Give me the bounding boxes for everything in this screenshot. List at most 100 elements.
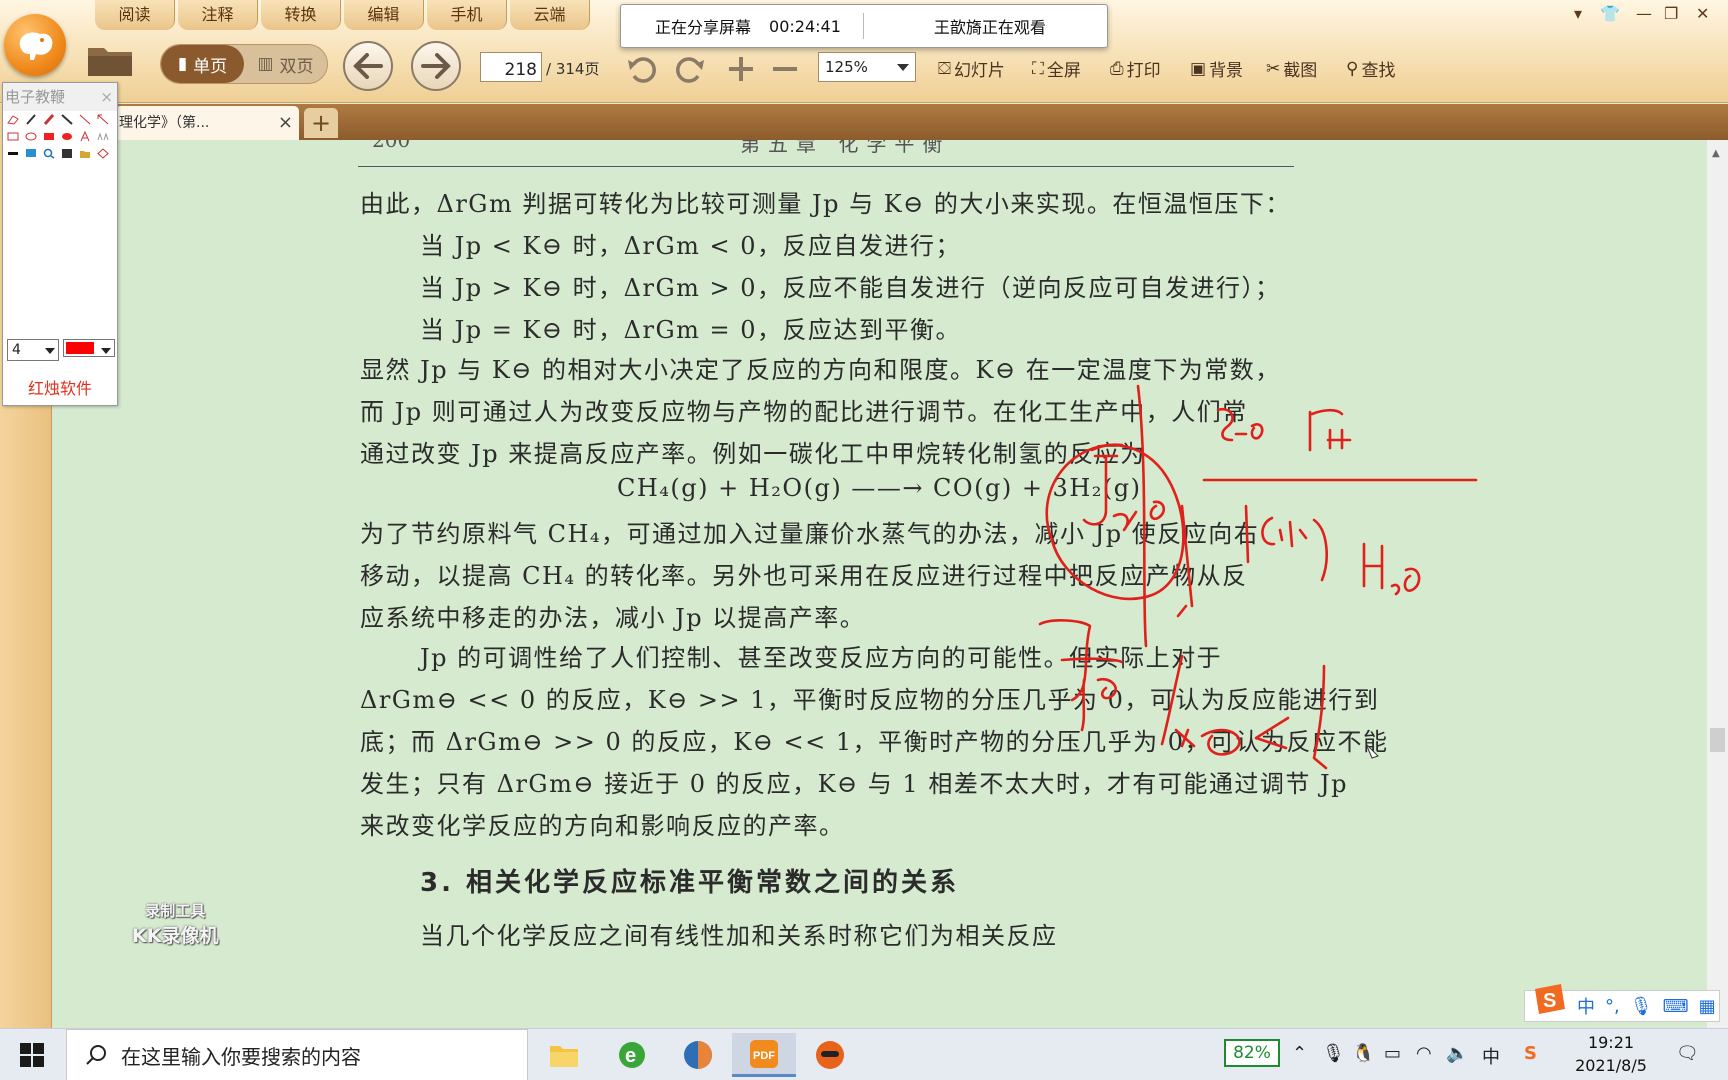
document-tab[interactable]: 理化学》（第... × xyxy=(115,106,299,140)
ink-stroke xyxy=(1160,654,1184,746)
browser-app[interactable]: e xyxy=(600,1033,664,1077)
tab-convert[interactable]: 转换 xyxy=(261,0,341,30)
pen-color-select[interactable] xyxy=(63,339,115,357)
zoom-out-icon[interactable] xyxy=(770,54,800,84)
slideshow-button[interactable]: ⛋ 幻灯片 xyxy=(938,56,1005,82)
magnifier-icon[interactable] xyxy=(43,148,55,159)
thin-line-icon[interactable] xyxy=(79,114,91,125)
zoom-in-icon[interactable] xyxy=(726,54,756,84)
close-panel-icon[interactable]: × xyxy=(100,83,113,111)
ime-grid-icon[interactable]: ▦ xyxy=(1699,996,1716,1017)
input-language[interactable]: 中 xyxy=(1482,1043,1500,1069)
pdf-reader-app[interactable]: PDF xyxy=(732,1033,796,1077)
minimize-button[interactable]: — xyxy=(1636,4,1652,23)
app-toolbar: 阅读 注释 转换 编辑 手机 云端 正在分享屏幕 00:24:41 王歆旖正在观… xyxy=(0,0,1728,103)
close-window-button[interactable]: ✕ xyxy=(1696,4,1709,23)
tab-annotate[interactable]: 注释 xyxy=(178,0,258,30)
volume-icon[interactable]: 🔈 xyxy=(1446,1043,1468,1064)
double-page-button[interactable]: ▥ 双页 xyxy=(244,45,327,83)
next-page-button[interactable] xyxy=(411,41,461,91)
document-page[interactable]: 200 第五章 化学平衡 由此，ΔrGm 判据可转化为比较可测量 Jp 与 K⊖… xyxy=(52,140,1707,1028)
fullscreen-button[interactable]: ⛶ 全屏 xyxy=(1032,56,1081,82)
close-tab-icon[interactable]: × xyxy=(278,106,293,140)
filled-rectangle-icon[interactable] xyxy=(43,131,55,142)
find-button[interactable]: ⚲ 查找 xyxy=(1346,56,1395,82)
black-bar-icon[interactable] xyxy=(7,148,19,159)
eraser-icon[interactable] xyxy=(7,114,19,125)
scrollbar-thumb[interactable] xyxy=(1710,728,1725,752)
scroll-up-icon[interactable]: ▲ xyxy=(1712,148,1720,159)
sogou-logo-icon[interactable]: S xyxy=(1531,981,1567,1017)
single-page-button[interactable]: ▮ 单页 xyxy=(161,45,244,83)
ime-punctuation[interactable]: °, xyxy=(1605,996,1620,1017)
pen-tool-panel: 电子教鞭 × 4 红烛软件 xyxy=(2,82,118,406)
ime-mode[interactable]: 中 xyxy=(1577,993,1595,1019)
wifi-icon[interactable]: ◠ xyxy=(1416,1043,1432,1064)
dropdown-icon[interactable]: ▾ xyxy=(1574,4,1582,23)
search-icon xyxy=(86,1045,106,1065)
chevron-down-icon xyxy=(45,348,55,354)
zoom-select[interactable]: 125% xyxy=(818,52,916,82)
menu-tabs: 阅读 注释 转换 编辑 手机 云端 xyxy=(95,0,593,30)
file-explorer-app[interactable] xyxy=(532,1033,596,1077)
exit-icon[interactable] xyxy=(97,148,109,159)
notification-icon[interactable]: 🗨 xyxy=(1676,1043,1699,1064)
share-divider xyxy=(862,13,864,39)
tab-cloud[interactable]: 云端 xyxy=(510,0,590,30)
system-clock[interactable]: 19:21 2021/8/5 xyxy=(1568,1031,1654,1077)
filled-ellipse-icon[interactable] xyxy=(61,131,73,142)
ink-stroke xyxy=(1390,567,1421,596)
vertical-scrollbar[interactable]: ▲ xyxy=(1707,140,1728,1028)
print-button[interactable]: ⎙ 打印 xyxy=(1110,56,1161,82)
tab-read[interactable]: 阅读 xyxy=(95,0,175,30)
ink-stroke xyxy=(1308,408,1352,452)
open-folder-icon[interactable] xyxy=(86,42,134,78)
photo-app[interactable] xyxy=(666,1033,730,1077)
page-number-input[interactable]: 218 xyxy=(480,52,542,82)
ellipse-icon[interactable] xyxy=(25,131,37,142)
start-button[interactable] xyxy=(0,1029,64,1080)
windows-taskbar: 在这里输入你要搜索的内容 e PDF 82% ⌃ 🎙 🐧 ▭ ◠ 🔈 中 S 1… xyxy=(0,1028,1728,1080)
screen-icon[interactable] xyxy=(25,148,37,159)
sogou-tray-icon[interactable]: S xyxy=(1524,1043,1537,1064)
microphone-icon[interactable]: 🎙 xyxy=(1322,1043,1345,1064)
rectangle-icon[interactable] xyxy=(7,131,19,142)
rotate-right-icon[interactable] xyxy=(672,54,706,84)
share-status: 正在分享屏幕 xyxy=(655,18,752,37)
background-button[interactable]: ▣ 背景 xyxy=(1190,56,1243,82)
pen-size-select[interactable]: 4 xyxy=(7,339,59,361)
ime-toolbar: S 中 °, 🎙 ⌨ ▦ xyxy=(1524,984,1720,1022)
recorder-app[interactable] xyxy=(798,1033,862,1077)
marker-icon[interactable] xyxy=(43,114,55,125)
pen-icon[interactable] xyxy=(25,114,37,125)
keyboard-icon[interactable]: ⌨ xyxy=(1663,996,1689,1017)
cpu-usage-badge[interactable]: 82% xyxy=(1224,1039,1280,1067)
taskbar-search[interactable]: 在这里输入你要搜索的内容 xyxy=(66,1029,528,1080)
font-size-icon[interactable] xyxy=(97,131,109,142)
tray-expand-icon[interactable]: ⌃ xyxy=(1292,1043,1307,1064)
save-icon[interactable] xyxy=(61,148,73,159)
app-logo[interactable] xyxy=(4,14,66,76)
microphone-icon[interactable]: 🎙 xyxy=(1630,996,1653,1017)
qq-icon[interactable]: 🐧 xyxy=(1352,1043,1374,1064)
ink-stroke xyxy=(1149,500,1166,521)
battery-icon[interactable]: ▭ xyxy=(1384,1043,1401,1064)
search-placeholder: 在这里输入你要搜索的内容 xyxy=(121,1044,361,1069)
screen-share-banner: 正在分享屏幕 00:24:41 王歆旖正在观看 xyxy=(620,4,1108,48)
tab-mobile[interactable]: 手机 xyxy=(427,0,507,30)
double-page-label: 双页 xyxy=(279,56,314,77)
ink-stroke xyxy=(1216,407,1234,442)
clock-date: 2021/8/5 xyxy=(1575,1056,1647,1075)
background-icon: ▣ xyxy=(1190,58,1207,79)
restore-button[interactable]: ❐ xyxy=(1664,4,1678,23)
prev-page-button[interactable] xyxy=(343,41,393,91)
arrow-tool-icon[interactable] xyxy=(97,114,109,125)
new-tab-button[interactable]: + xyxy=(304,108,338,138)
screenshot-button[interactable]: ✂ 截图 xyxy=(1266,56,1317,82)
line-icon[interactable] xyxy=(61,114,73,125)
rotate-left-icon[interactable] xyxy=(626,54,660,84)
text-tool-icon[interactable] xyxy=(79,131,91,142)
tab-edit[interactable]: 编辑 xyxy=(344,0,424,30)
folder-icon[interactable] xyxy=(79,148,91,159)
skin-icon[interactable]: 👕 xyxy=(1600,4,1620,23)
